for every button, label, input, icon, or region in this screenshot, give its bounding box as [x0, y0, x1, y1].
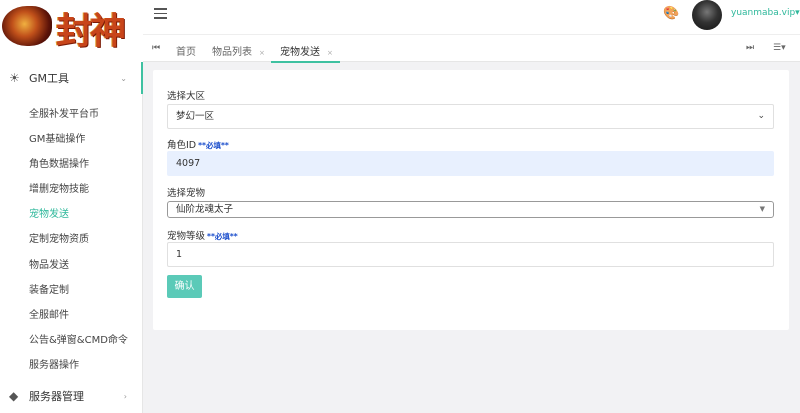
pet-select-value: 仙阶龙魂太子	[176, 204, 234, 215]
menu-toggle-icon[interactable]	[154, 8, 167, 19]
sidebar-group-server-management[interactable]: ◆ 服务器管理 ›	[0, 380, 143, 412]
pet-level-input[interactable]: 1	[167, 242, 774, 267]
tab-home[interactable]: 首页	[176, 43, 196, 58]
server-label: 选择大区	[167, 91, 206, 102]
role-id-label: 角色ID **必填**	[167, 137, 229, 151]
sidebar-item-announcement[interactable]: 公告&弹窗&CMD命令	[29, 331, 128, 346]
sidebar-item-pet-send[interactable]: 宠物发送	[29, 205, 69, 220]
dropdown-caret-icon: ▾	[795, 8, 800, 18]
role-id-label-text: 角色ID	[167, 140, 197, 151]
tab-label: 物品列表	[212, 47, 252, 58]
tab-pet-send[interactable]: 宠物发送 ×	[280, 43, 333, 58]
pet-label: 选择宠物	[167, 188, 206, 199]
pet-send-form: 选择大区 梦幻一区 ⌄ 角色ID **必填** 4097 选择宠物 仙阶龙魂太子 …	[153, 70, 789, 330]
pet-level-label-text: 宠物等级	[167, 231, 206, 242]
tab-scroll-left-icon[interactable]: ⏮	[152, 43, 160, 53]
required-marker: **必填**	[198, 141, 229, 150]
lightbulb-icon: ☀	[9, 71, 20, 85]
close-icon[interactable]: ×	[259, 49, 265, 57]
sidebar-item-pet-aptitude[interactable]: 定制宠物资质	[29, 230, 89, 245]
caret-down-icon: ▼	[759, 205, 765, 213]
sidebar: 封神 ☀ GM工具 ⌄ 全服补发平台币 GM基础操作 角色数据操作 增删宠物技能…	[0, 0, 143, 413]
active-tab-indicator	[271, 61, 340, 63]
sidebar-item-item-send[interactable]: 物品发送	[29, 256, 69, 271]
role-id-input[interactable]: 4097	[167, 151, 774, 176]
server-select-value: 梦幻一区	[176, 111, 215, 122]
diamond-icon: ◆	[9, 389, 19, 403]
sidebar-group-label: 服务器管理	[29, 390, 84, 403]
chevron-down-icon: ⌄	[120, 73, 127, 83]
sidebar-item-platform-currency[interactable]: 全服补发平台币	[29, 105, 99, 120]
tab-options-icon[interactable]: ☰▾	[773, 43, 786, 53]
tab-label: 首页	[176, 47, 196, 58]
sidebar-group-gm-tools[interactable]: ☀ GM工具 ⌄	[0, 62, 143, 94]
palette-icon[interactable]: 🎨	[663, 6, 679, 21]
sidebar-group-label: GM工具	[29, 72, 70, 85]
tab-item-list[interactable]: 物品列表 ×	[212, 43, 265, 58]
pet-level-label: 宠物等级 **必填**	[167, 228, 238, 242]
close-icon[interactable]: ×	[327, 49, 333, 57]
username: yuanmaba.vip	[731, 8, 796, 18]
active-menu-indicator	[141, 62, 143, 94]
server-select[interactable]: 梦幻一区 ⌄	[167, 104, 774, 129]
sidebar-item-gm-basic[interactable]: GM基础操作	[29, 130, 85, 145]
confirm-button[interactable]: 确认	[167, 275, 202, 298]
user-menu[interactable]: yuanmaba.vip▾	[731, 8, 800, 18]
sidebar-item-role-data[interactable]: 角色数据操作	[29, 155, 89, 170]
tab-label: 宠物发送	[280, 47, 320, 58]
tab-scroll-right-icon[interactable]: ⏭	[746, 43, 754, 53]
chevron-right-icon: ›	[123, 391, 127, 401]
avatar[interactable]	[692, 0, 722, 30]
sidebar-item-server-mail[interactable]: 全服邮件	[29, 306, 69, 321]
logo-emblem	[2, 6, 52, 46]
logo-text: 封神	[56, 10, 126, 52]
pet-select[interactable]: 仙阶龙魂太子 ▼	[167, 201, 774, 218]
tab-bar: ⏮ 首页 物品列表 × 宠物发送 × ⏭ ☰▾	[143, 34, 800, 63]
sidebar-item-equipment[interactable]: 装备定制	[29, 281, 69, 296]
sidebar-item-pet-skills[interactable]: 增删宠物技能	[29, 180, 89, 195]
top-navbar: 🎨 yuanmaba.vip▾	[143, 0, 800, 34]
logo[interactable]: 封神	[0, 0, 143, 62]
required-marker: **必填**	[207, 232, 238, 241]
sidebar-item-server-ops[interactable]: 服务器操作	[29, 356, 79, 371]
chevron-down-icon: ⌄	[757, 111, 765, 121]
